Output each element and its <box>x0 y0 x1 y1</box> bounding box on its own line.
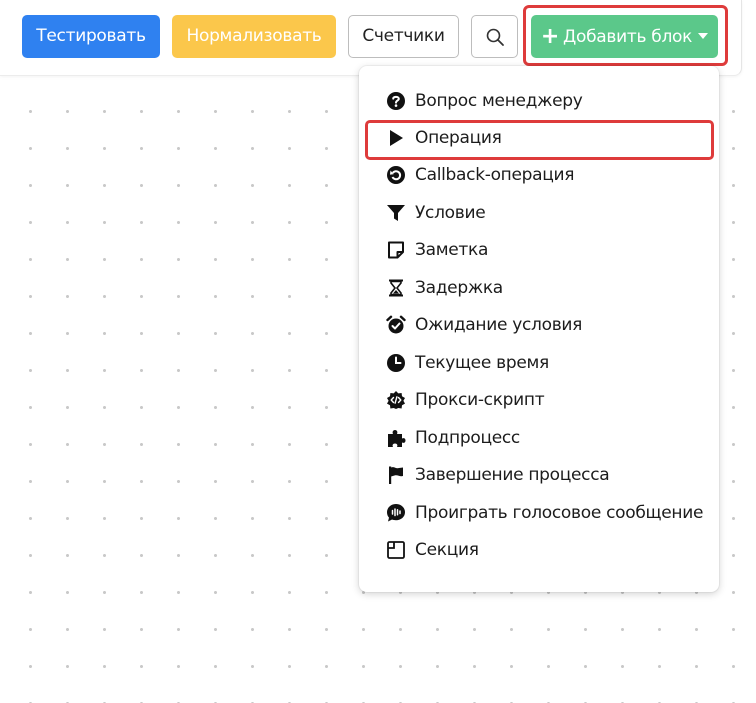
menu-item-current-time[interactable]: Текущее время <box>359 345 719 381</box>
toolbar: Тестировать Нормализовать Счетчики + Доба… <box>0 0 742 76</box>
sticky-note-icon <box>388 241 404 259</box>
hourglass-icon <box>389 279 403 297</box>
voice-message-icon <box>387 504 405 522</box>
menu-item-delay[interactable]: Задержка <box>359 270 719 306</box>
question-circle-icon <box>387 92 405 110</box>
menu-item-section[interactable]: Секция <box>359 532 719 568</box>
menu-item-process-end[interactable]: Завершение процесса <box>359 457 719 493</box>
menu-item-manager-question[interactable]: Вопрос менеджеру <box>359 83 719 119</box>
clock-icon <box>387 354 405 372</box>
operation-highlight <box>365 120 714 160</box>
menu-item-wait-condition[interactable]: Ожидание условия <box>359 307 719 343</box>
menu-item-subprocess[interactable]: Подпроцесс <box>359 420 719 456</box>
code-gear-icon <box>387 391 405 409</box>
test-button[interactable]: Тестировать <box>22 15 160 58</box>
puzzle-piece-icon <box>388 430 406 447</box>
normalize-button[interactable]: Нормализовать <box>172 15 336 58</box>
section-frame-icon <box>387 541 405 559</box>
menu-item-proxy-script[interactable]: Прокси-скрипт <box>359 382 719 418</box>
callback-arrow-icon <box>387 166 405 184</box>
menu-item-callback-operation[interactable]: Callback-операция <box>359 157 719 193</box>
search-icon <box>486 28 504 46</box>
caret-down-icon <box>698 33 709 39</box>
add-block-label: Добавить блок <box>563 27 693 47</box>
counters-button[interactable]: Счетчики <box>348 15 459 58</box>
add-block-button[interactable]: + Добавить блок <box>531 15 718 58</box>
menu-item-play-voice-message[interactable]: Проиграть голосовое сообщение <box>359 495 719 531</box>
search-button[interactable] <box>471 15 518 58</box>
alarm-clock-icon <box>386 315 406 334</box>
menu-item-condition[interactable]: Условие <box>359 195 719 231</box>
flag-icon <box>389 466 403 484</box>
filter-funnel-icon <box>387 205 405 221</box>
menu-item-note[interactable]: Заметка <box>359 232 719 268</box>
plus-icon: + <box>540 24 560 49</box>
